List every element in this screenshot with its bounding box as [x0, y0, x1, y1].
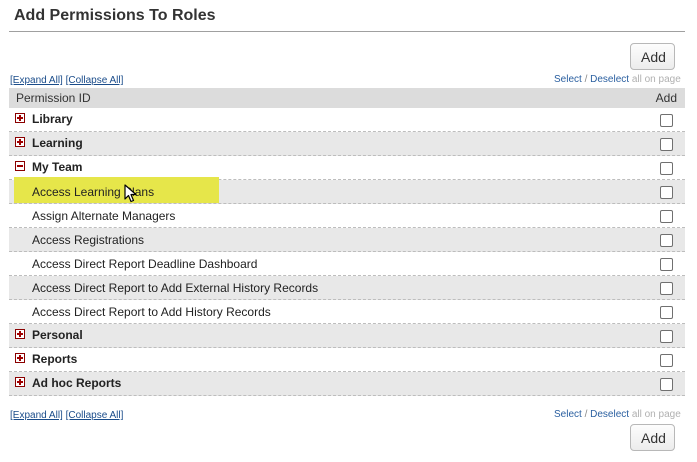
- permission-label: Assign Alternate Managers: [32, 209, 176, 223]
- expand-collapse-bottom: [Expand All] [Collapse All]: [10, 410, 123, 421]
- permission-row-access-registrations: Access Registrations: [9, 228, 685, 252]
- link-separator: /: [584, 409, 588, 420]
- permission-row-history-records: Access Direct Report to Add History Reco…: [9, 300, 685, 324]
- expand-plus-icon[interactable]: [15, 353, 25, 363]
- add-checkbox[interactable]: [660, 234, 673, 247]
- group-row-learning: Learning: [9, 132, 685, 156]
- expand-plus-icon[interactable]: [15, 329, 25, 339]
- add-button-bottom[interactable]: Add: [630, 424, 675, 451]
- collapse-all-link[interactable]: [Collapse All]: [66, 410, 124, 421]
- table-header: Permission ID Add: [9, 88, 685, 108]
- link-separator: /: [584, 74, 588, 85]
- deselect-all-link[interactable]: Deselect: [590, 74, 629, 85]
- group-label[interactable]: Personal: [32, 328, 83, 342]
- group-row-reports: Reports: [9, 348, 685, 372]
- group-row-personal: Personal: [9, 324, 685, 348]
- expand-plus-icon[interactable]: [15, 377, 25, 387]
- permission-label: Access Direct Report to Add External His…: [32, 281, 319, 295]
- group-label[interactable]: Ad hoc Reports: [32, 376, 121, 390]
- title-divider: [9, 31, 685, 32]
- add-checkbox[interactable]: [660, 258, 673, 271]
- mouse-pointer-icon: [124, 184, 137, 203]
- group-row-library: Library: [9, 108, 685, 132]
- permission-label: Access Direct Report to Add History Reco…: [32, 305, 271, 319]
- permission-row-assign-alternate-managers: Assign Alternate Managers: [9, 204, 685, 228]
- column-header-add: Add: [655, 91, 677, 105]
- permission-row-deadline-dashboard: Access Direct Report Deadline Dashboard: [9, 252, 685, 276]
- group-row-ad-hoc-reports: Ad hoc Reports: [9, 372, 685, 396]
- permission-row-external-history: Access Direct Report to Add External His…: [9, 276, 685, 300]
- add-button-top[interactable]: Add: [630, 43, 675, 70]
- add-checkbox[interactable]: [660, 186, 673, 199]
- add-checkbox[interactable]: [660, 354, 673, 367]
- add-checkbox[interactable]: [660, 138, 673, 151]
- expand-plus-icon[interactable]: [15, 113, 25, 123]
- permission-label: Access Registrations: [32, 233, 145, 247]
- permission-label: Access Direct Report Deadline Dashboard: [32, 257, 258, 271]
- deselect-all-link[interactable]: Deselect: [590, 409, 629, 420]
- permissions-table: Permission ID Add Library Learning My Te…: [9, 88, 685, 396]
- page-title: Add Permissions To Roles: [14, 7, 216, 24]
- group-label[interactable]: Reports: [32, 352, 77, 366]
- all-on-page-text: all on page: [631, 409, 681, 420]
- expand-all-link[interactable]: [Expand All]: [10, 75, 63, 86]
- select-deselect-top: Select / Deselect all on page: [554, 74, 681, 85]
- select-all-link[interactable]: Select: [554, 409, 582, 420]
- expand-collapse-top: [Expand All] [Collapse All]: [10, 75, 123, 86]
- add-checkbox[interactable]: [660, 162, 673, 175]
- expand-all-link[interactable]: [Expand All]: [10, 410, 63, 421]
- permission-row-access-learning-plans: Access Learning Plans: [9, 177, 685, 204]
- group-label[interactable]: Library: [32, 112, 73, 126]
- select-all-link[interactable]: Select: [554, 74, 582, 85]
- expand-plus-icon[interactable]: [15, 137, 25, 147]
- collapse-minus-icon[interactable]: [15, 161, 25, 171]
- group-label[interactable]: Learning: [32, 136, 83, 150]
- select-deselect-bottom: Select / Deselect all on page: [554, 409, 681, 420]
- add-checkbox[interactable]: [660, 282, 673, 295]
- add-checkbox[interactable]: [660, 330, 673, 343]
- add-checkbox[interactable]: [660, 114, 673, 127]
- collapse-all-link[interactable]: [Collapse All]: [66, 75, 124, 86]
- all-on-page-text: all on page: [631, 74, 681, 85]
- add-checkbox[interactable]: [660, 210, 673, 223]
- group-label[interactable]: My Team: [32, 160, 82, 174]
- add-checkbox[interactable]: [660, 306, 673, 319]
- add-checkbox[interactable]: [660, 378, 673, 391]
- column-header-permission-id: Permission ID: [16, 91, 91, 105]
